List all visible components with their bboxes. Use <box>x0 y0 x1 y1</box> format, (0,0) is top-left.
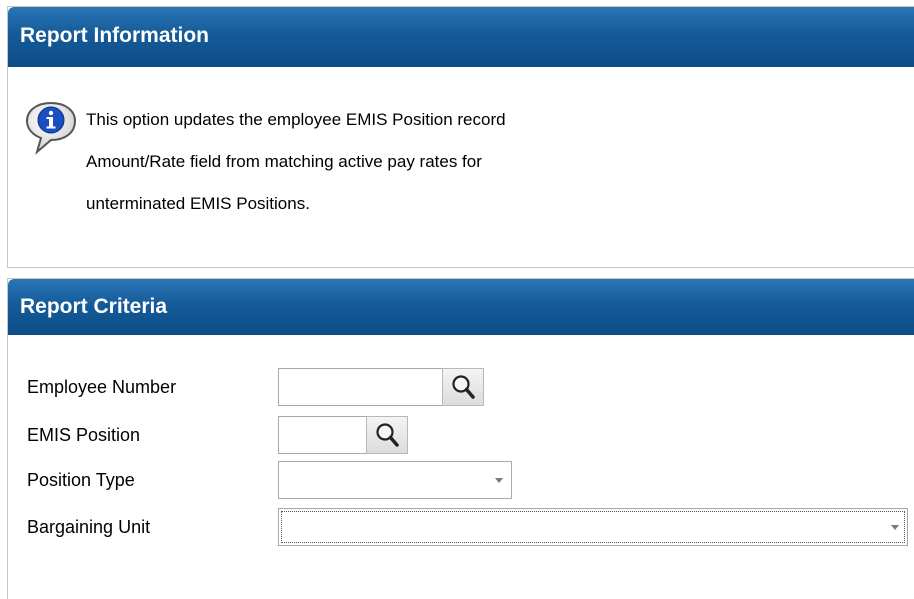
employee-number-lookup-button[interactable] <box>442 368 484 406</box>
report-description: This option updates the employee EMIS Po… <box>86 99 746 225</box>
bargaining-unit-label: Bargaining Unit <box>27 517 151 537</box>
description-line: This option updates the employee EMIS Po… <box>86 110 506 129</box>
magnifier-icon <box>452 375 475 399</box>
employee-number-label: Employee Number <box>27 377 177 397</box>
position-type-label: Position Type <box>27 470 135 490</box>
description-line: unterminated EMIS Positions. <box>86 194 310 213</box>
magnifier-icon <box>376 423 399 447</box>
report-information-header: Report Information <box>8 7 914 67</box>
description-line: Amount/Rate field from matching active p… <box>86 152 482 171</box>
emis-position-label: EMIS Position <box>27 425 141 445</box>
report-criteria-panel: Report Criteria Employee Number EMIS Pos… <box>7 278 914 599</box>
info-icon <box>24 100 78 160</box>
employee-number-input[interactable] <box>278 368 442 406</box>
bargaining-unit-select[interactable] <box>278 508 908 546</box>
chevron-down-icon <box>891 525 899 530</box>
chevron-down-icon <box>495 478 503 483</box>
emis-position-lookup-button[interactable] <box>366 416 408 454</box>
emis-position-input[interactable] <box>278 416 366 454</box>
report-information-panel: Report Information This option updates t… <box>7 6 914 268</box>
report-criteria-header: Report Criteria <box>8 279 914 335</box>
position-type-select[interactable] <box>278 461 512 499</box>
